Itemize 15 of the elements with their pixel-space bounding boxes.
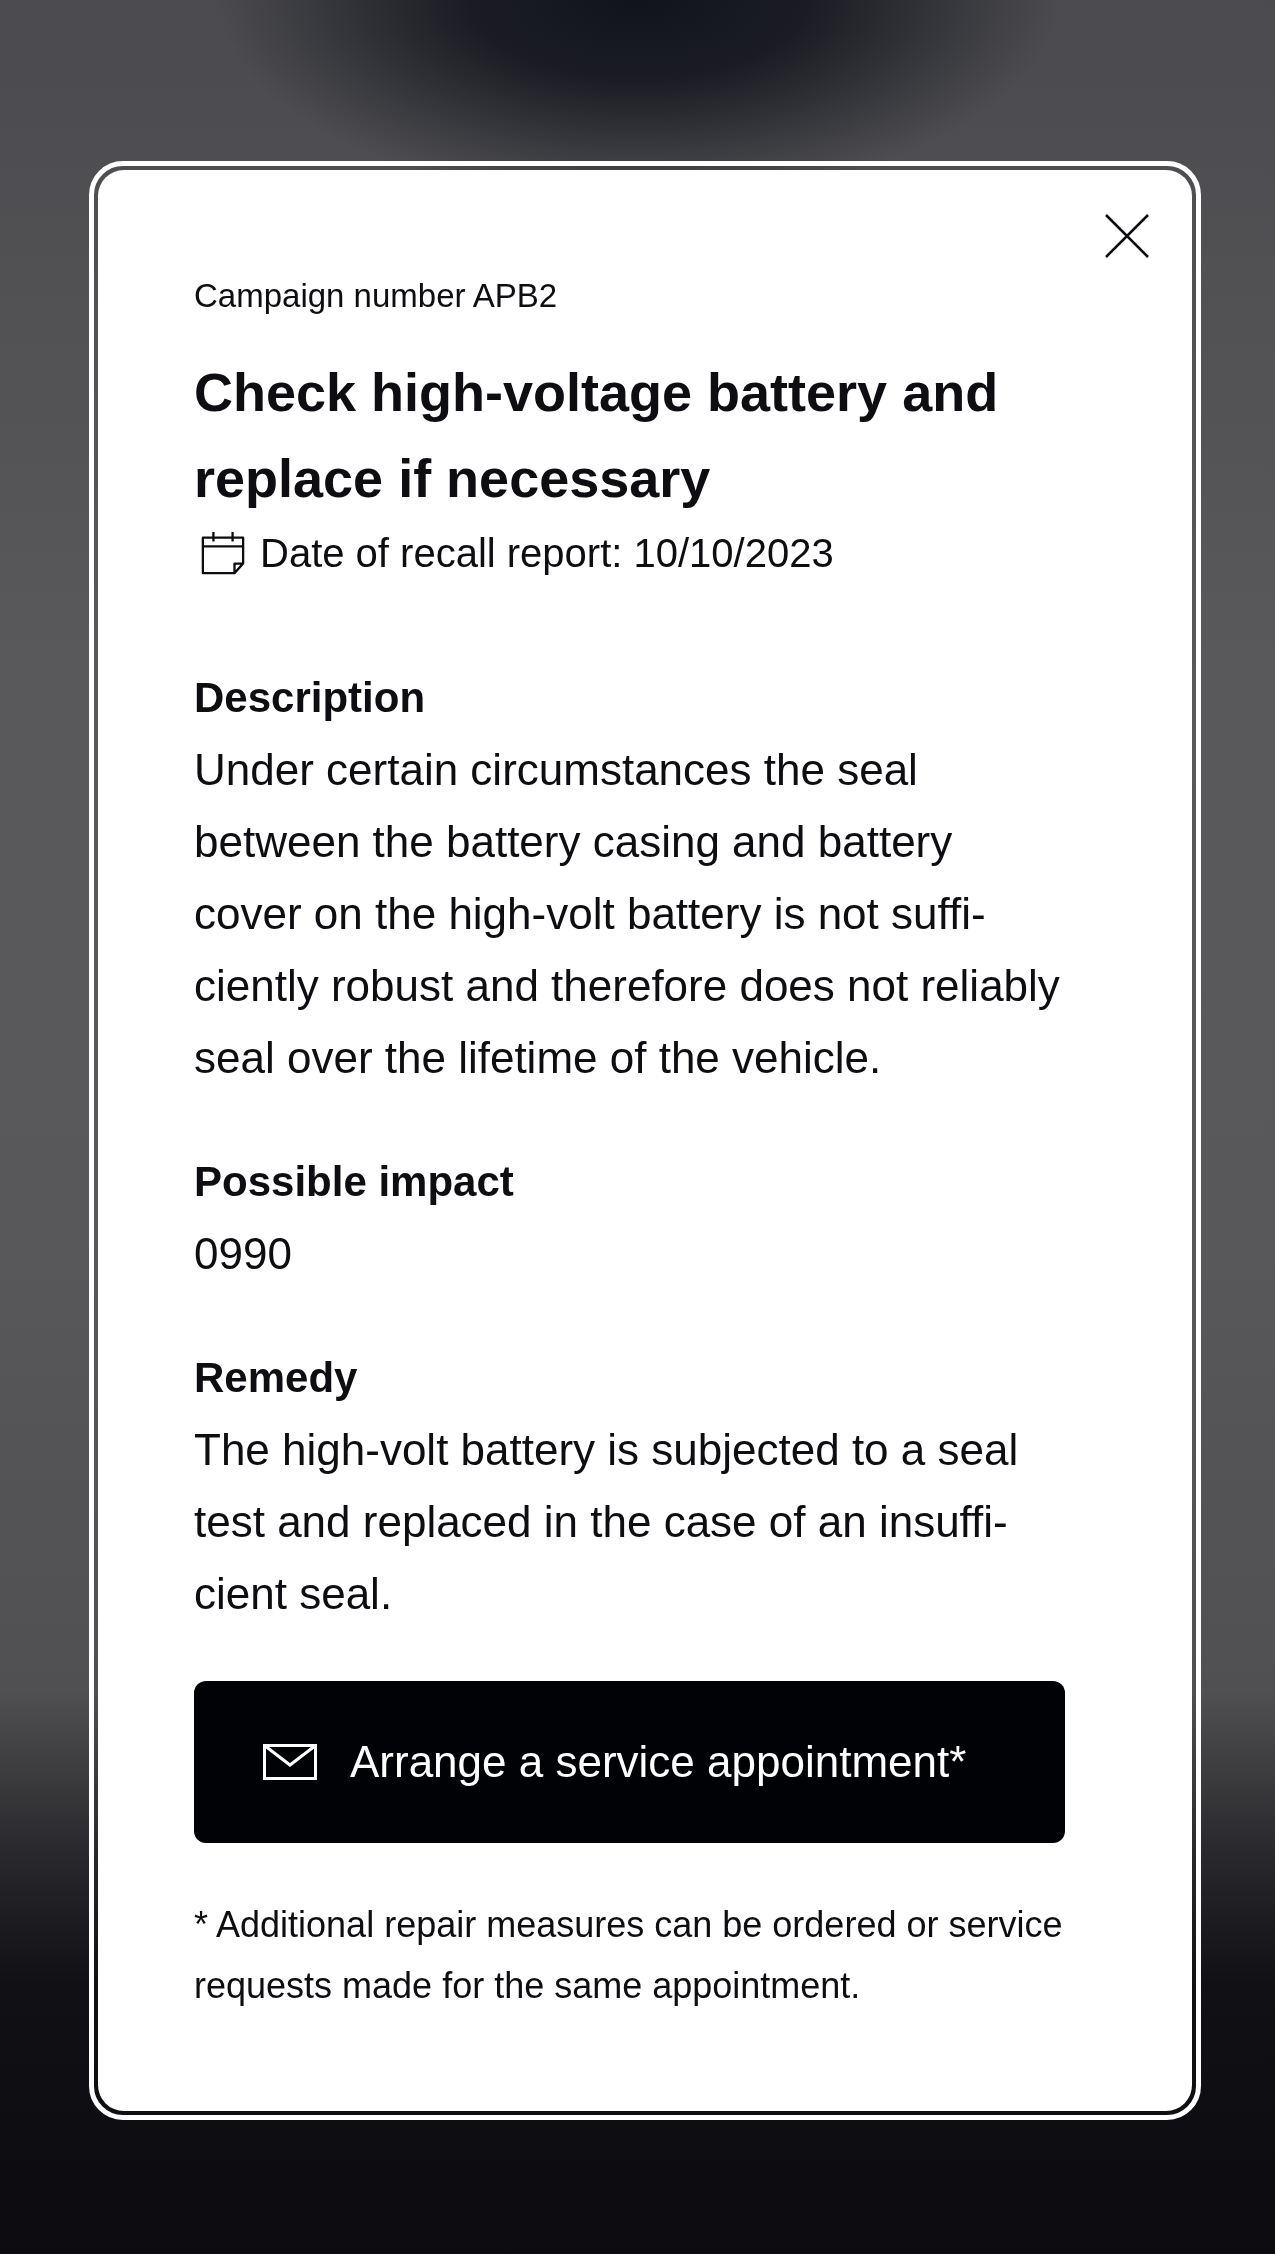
- close-icon: [1105, 214, 1149, 258]
- service-appointment-button[interactable]: Arrange a service appointment*: [194, 1681, 1065, 1843]
- calendar-icon: [200, 530, 246, 576]
- mail-icon: [263, 1744, 317, 1780]
- section-heading: Remedy: [194, 1353, 359, 1403]
- dialog-title: Check high-voltage battery and replace if necessary: [194, 361, 1000, 510]
- campaign-number: Campaign number APB2: [194, 276, 559, 316]
- close-button[interactable]: [1105, 214, 1149, 258]
- section-text: Under certain circumstances the seal between the battery casing and battery cover on the high-volt battery is not suffi- ciently robust and therefore does not reliably seal over the lifetime of the vehicle.: [194, 744, 1061, 1084]
- recall-date: Date of recall report: 10/10/2023: [260, 530, 834, 577]
- footnote-text: * Additional repair measures can be ordered or service requests made for the same appointment.: [194, 1903, 1064, 2008]
- section-heading: Description: [194, 673, 427, 723]
- section-heading: Possible impact: [194, 1157, 515, 1207]
- section-text: 0990: [194, 1228, 293, 1280]
- section-text: The high-volt battery is subjected to a seal test and replaced in the case of an insuffi- cient seal.: [194, 1424, 1020, 1620]
